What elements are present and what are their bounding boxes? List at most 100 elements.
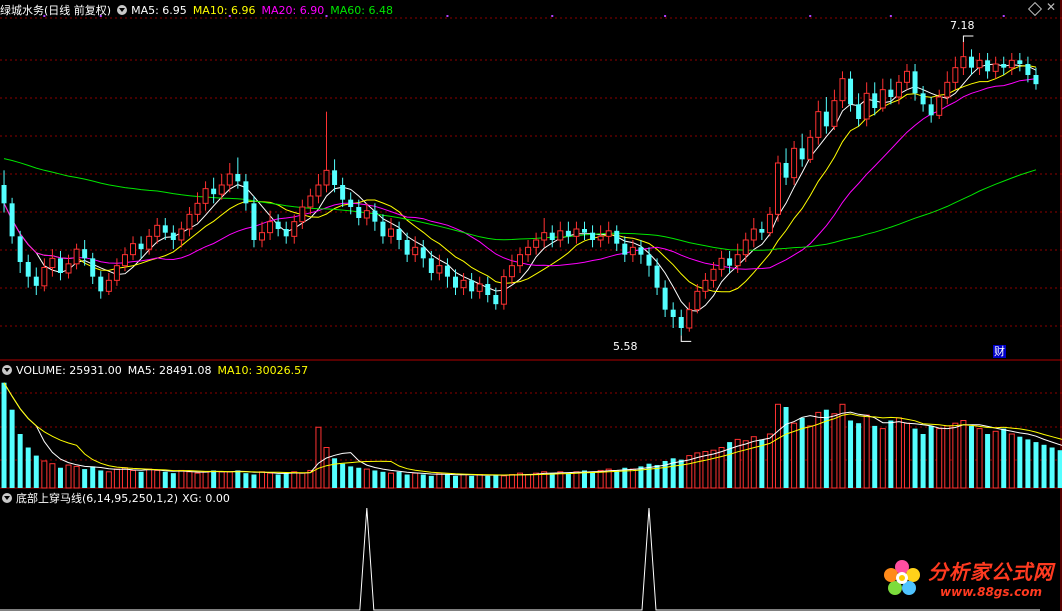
volume-bar-down xyxy=(1017,436,1023,488)
indicator-title: 底部上穿马线(6,14,95,250,1,2) xyxy=(16,492,179,505)
candle-body-up xyxy=(315,184,322,197)
stock-chart xyxy=(0,0,1062,611)
volume-bar-down xyxy=(1033,442,1039,488)
candle-body-down xyxy=(211,188,217,195)
volume-bar-down xyxy=(920,434,926,488)
candle-body-up xyxy=(718,257,725,270)
candle-body-down xyxy=(622,243,628,255)
candle-body-down xyxy=(759,229,765,233)
volume-bar-up xyxy=(186,471,193,489)
volume-bar-down xyxy=(469,475,475,488)
candle-body-down xyxy=(646,254,652,266)
candle-body-up xyxy=(460,279,467,289)
financial-report-marker[interactable]: 财 xyxy=(993,345,1006,358)
volume-bar-up xyxy=(113,468,120,489)
volume-bar-up xyxy=(121,467,128,489)
candle-body-up xyxy=(178,228,185,241)
candle-body-down xyxy=(590,232,596,240)
menu-toggle-icon[interactable] xyxy=(2,365,12,375)
candle-body-down xyxy=(396,229,402,240)
volume-bar-up xyxy=(936,428,943,489)
volume-bar-down xyxy=(372,470,378,488)
volume-bar-up xyxy=(992,430,999,489)
menu-toggle-icon[interactable] xyxy=(2,493,12,503)
candle-body-up xyxy=(73,248,80,265)
candle-body-down xyxy=(920,93,926,105)
candle-body-down xyxy=(444,265,450,277)
volume-bar-up xyxy=(388,472,395,489)
candle-body-down xyxy=(1025,64,1031,75)
close-icon[interactable]: ✕ xyxy=(1046,1,1056,13)
candle-body-up xyxy=(903,70,910,83)
candle-body-up xyxy=(710,268,717,281)
candle-body-up xyxy=(1008,59,1015,69)
volume-bar-down xyxy=(275,474,281,488)
candlesticks xyxy=(1,42,1039,336)
volume-bar-up xyxy=(476,474,483,489)
volume-bar-down xyxy=(251,474,257,488)
volume-bar-up xyxy=(267,472,274,489)
candle-body-down xyxy=(848,78,854,105)
volume-bar-up xyxy=(525,474,532,489)
candle-body-down xyxy=(968,56,974,68)
volume-bar-down xyxy=(162,471,168,488)
volume-bar-down xyxy=(928,425,934,488)
high-leader-line xyxy=(962,35,974,42)
candle-body-up xyxy=(218,184,225,195)
candle-body-down xyxy=(581,229,587,233)
volume-bar-up xyxy=(500,475,507,489)
volume-bar-up xyxy=(49,463,56,489)
volume-bar-down xyxy=(783,407,789,488)
candle-body-up xyxy=(194,202,201,215)
volume-bar-down xyxy=(17,434,23,488)
volume-bar-down xyxy=(549,473,555,488)
candle-body-up xyxy=(525,246,532,256)
volume-bar-up xyxy=(879,428,886,489)
volume-bar-down xyxy=(1049,447,1055,488)
candle-body-up xyxy=(952,67,959,83)
candle-body-up xyxy=(508,265,515,278)
candle-body-up xyxy=(533,239,540,248)
volume-bar-up xyxy=(573,471,580,489)
volume-bar-down xyxy=(493,474,499,488)
candle-body-up xyxy=(597,235,604,241)
main-panel-header: 绿城水务(日线 前复权) MA5: 6.95 MA10: 6.96 MA20: … xyxy=(0,1,399,19)
candle-body-up xyxy=(734,254,741,267)
volume-bar-down xyxy=(235,470,241,488)
volume-bar-down xyxy=(404,474,410,488)
volume-bar-up xyxy=(863,414,870,489)
candle-body-down xyxy=(332,170,338,185)
watermark: 分析家公式网 www.88gs.com xyxy=(884,556,1054,599)
candle-body-up xyxy=(839,78,846,102)
volume-bar-up xyxy=(194,472,201,489)
volume-bar-down xyxy=(243,473,249,488)
volume-bar-up xyxy=(597,469,604,489)
event-marker xyxy=(1002,15,1005,17)
candle-body-up xyxy=(766,213,773,234)
candle-body-down xyxy=(1033,75,1039,85)
candle-body-up xyxy=(686,309,693,329)
candle-body-down xyxy=(372,210,378,222)
candle-body-up xyxy=(944,81,951,98)
candle-body-down xyxy=(17,236,23,262)
volume-bar-up xyxy=(202,471,209,489)
volume-bar-down xyxy=(485,475,491,488)
candle-body-down xyxy=(638,247,644,255)
candle-body-up xyxy=(541,232,548,241)
candle-body-down xyxy=(340,185,346,200)
candle-body-down xyxy=(493,295,499,305)
volume-bar-up xyxy=(533,472,540,489)
candle-body-down xyxy=(251,203,257,240)
candle-body-down xyxy=(57,258,63,273)
volume-bar-down xyxy=(340,463,346,488)
candle-body-up xyxy=(130,243,137,256)
volume-bar-up xyxy=(629,468,636,489)
candle-body-up xyxy=(267,221,274,234)
volume-bar-up xyxy=(65,464,72,489)
volume-bar-up xyxy=(41,460,48,489)
menu-toggle-icon[interactable] xyxy=(117,5,128,15)
volume-bar-down xyxy=(1001,428,1007,488)
volume-bar-up xyxy=(742,440,749,489)
main-title: 绿城水务(日线 前复权) xyxy=(0,4,112,17)
candle-body-down xyxy=(985,60,991,72)
